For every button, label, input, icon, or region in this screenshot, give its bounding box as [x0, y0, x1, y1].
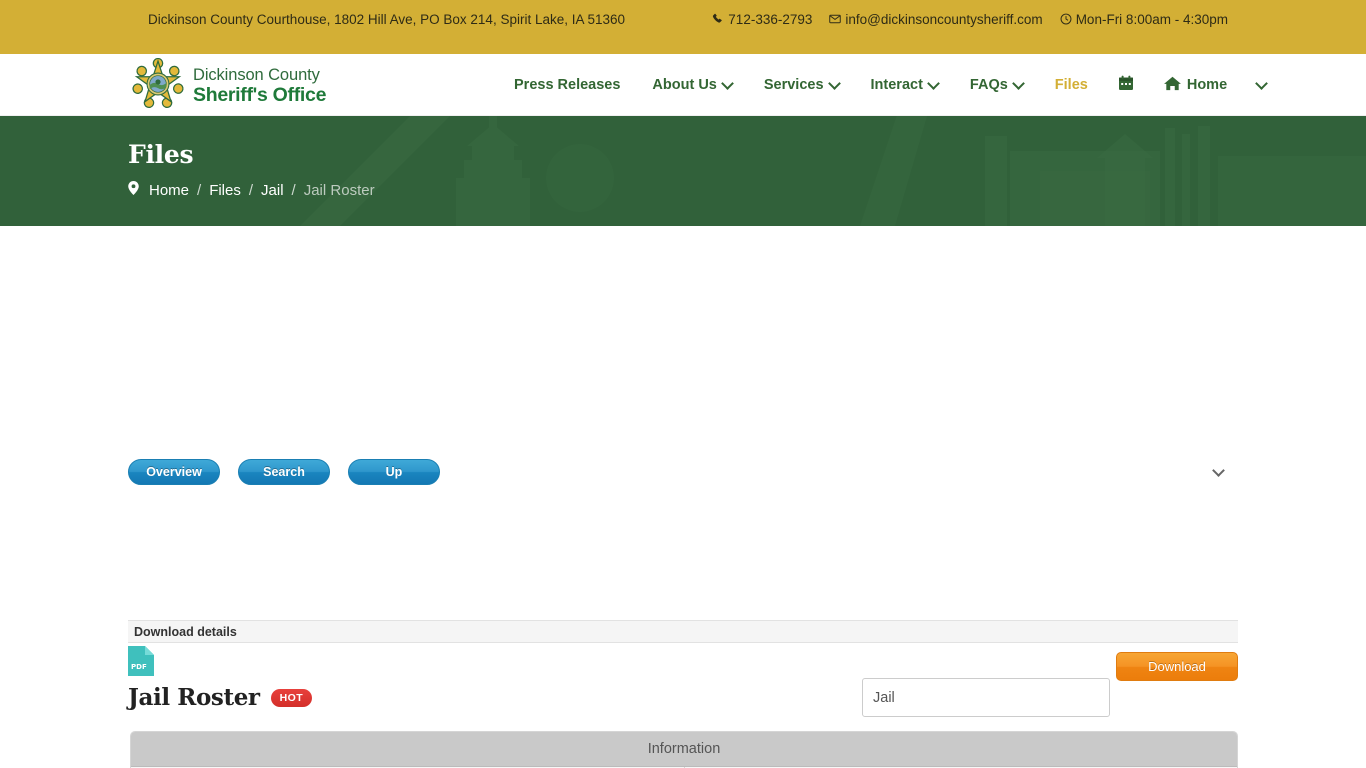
up-button[interactable]: Up [348, 459, 440, 485]
breadcrumb-item-jail[interactable]: Jail [261, 182, 284, 199]
nav-label: Services [764, 77, 824, 93]
chevron-down-icon [1014, 79, 1023, 88]
download-details-label: Download details [134, 625, 237, 639]
breadcrumb-separator: / [197, 182, 201, 199]
phone-number: 712-336-2793 [728, 12, 812, 27]
nav-item-services[interactable]: Services [748, 54, 855, 116]
download-button[interactable]: Download [1116, 652, 1238, 681]
nav-item-faqs[interactable]: FAQs [954, 54, 1039, 116]
file-title-row: Jail Roster HOT [128, 684, 1238, 711]
information-table: Information Created 06-30-2011 Created b… [130, 731, 1238, 768]
breadcrumb-item-jail-roster: Jail Roster [304, 182, 375, 199]
hours-text: Mon-Fri 8:00am - 4:30pm [1076, 12, 1228, 27]
sheriff-star-badge-icon [132, 58, 184, 115]
phone-icon [712, 13, 724, 27]
hot-badge: HOT [271, 689, 312, 707]
chevron-down-icon [1214, 466, 1224, 476]
pdf-file-icon: PDF [128, 646, 1238, 676]
nav-label: Files [1055, 77, 1088, 93]
brand-line-office: Sheriff's Office [193, 85, 326, 106]
category-select-wrapper: Jail [990, 452, 1238, 491]
file-title: Jail Roster [128, 684, 260, 711]
nav-item-interact[interactable]: Interact [855, 54, 954, 116]
calendar-icon [1118, 75, 1134, 95]
brand-text: Dickinson County Sheriff's Office [193, 67, 326, 106]
file-header: PDF Jail Roster HOT [128, 646, 1238, 711]
breadcrumb-separator: / [249, 182, 253, 199]
top-contact-bar: Dickinson County Courthouse, 1802 Hill A… [0, 0, 1366, 54]
banner-content: Files Home / Files / Jail / Jail Roster [128, 140, 375, 199]
chevron-down-icon [1257, 79, 1266, 88]
svg-text:PDF: PDF [131, 663, 147, 671]
nav-item-about-us[interactable]: About Us [636, 54, 747, 116]
nav-item-files[interactable]: Files [1039, 54, 1104, 116]
clock-icon [1060, 13, 1072, 27]
search-button[interactable]: Search [238, 459, 330, 485]
nav-label: Home [1187, 77, 1227, 93]
map-pin-icon [128, 181, 139, 199]
overview-button[interactable]: Overview [128, 459, 220, 485]
nav-more-toggle[interactable] [1243, 54, 1280, 116]
page-banner: Files Home / Files / Jail / Jail Roster [0, 116, 1366, 226]
home-icon [1164, 76, 1181, 95]
brand-line-county: Dickinson County [193, 67, 326, 85]
breadcrumb: Home / Files / Jail / Jail Roster [128, 181, 375, 199]
top-contact-links: 712-336-2793 info@dickinsoncountysheriff… [712, 12, 1228, 27]
breadcrumb-item-files[interactable]: Files [209, 182, 241, 199]
nav-label: About Us [652, 77, 716, 93]
nav-label: FAQs [970, 77, 1008, 93]
site-brand[interactable]: Dickinson County Sheriff's Office [132, 58, 326, 115]
nav-item-home[interactable]: Home [1148, 54, 1243, 116]
email-link[interactable]: info@dickinsoncountysheriff.com [829, 12, 1042, 27]
envelope-icon [829, 14, 841, 26]
nav-label: Press Releases [514, 77, 620, 93]
nav-item-press-releases[interactable]: Press Releases [498, 54, 636, 116]
chevron-down-icon [723, 79, 732, 88]
breadcrumb-item-home[interactable]: Home [149, 182, 189, 199]
office-address: Dickinson County Courthouse, 1802 Hill A… [148, 12, 625, 27]
breadcrumb-separator: / [292, 182, 296, 199]
information-table-header: Information [131, 732, 1237, 767]
nav-label: Interact [871, 77, 923, 93]
site-header: Dickinson County Sheriff's Office Press … [0, 54, 1366, 116]
nav-item-calendar[interactable] [1104, 54, 1148, 116]
office-hours: Mon-Fri 8:00am - 4:30pm [1060, 12, 1228, 27]
phone-link[interactable]: 712-336-2793 [712, 12, 812, 27]
main-navigation: Press Releases About Us Services Interac… [498, 54, 1280, 116]
downloads-toolbar: Overview Search Up [128, 459, 440, 485]
email-address: info@dickinsoncountysheriff.com [845, 12, 1042, 27]
chevron-down-icon [929, 79, 938, 88]
download-details-header: Download details [128, 620, 1238, 643]
page-title: Files [128, 140, 375, 169]
chevron-down-icon [830, 79, 839, 88]
